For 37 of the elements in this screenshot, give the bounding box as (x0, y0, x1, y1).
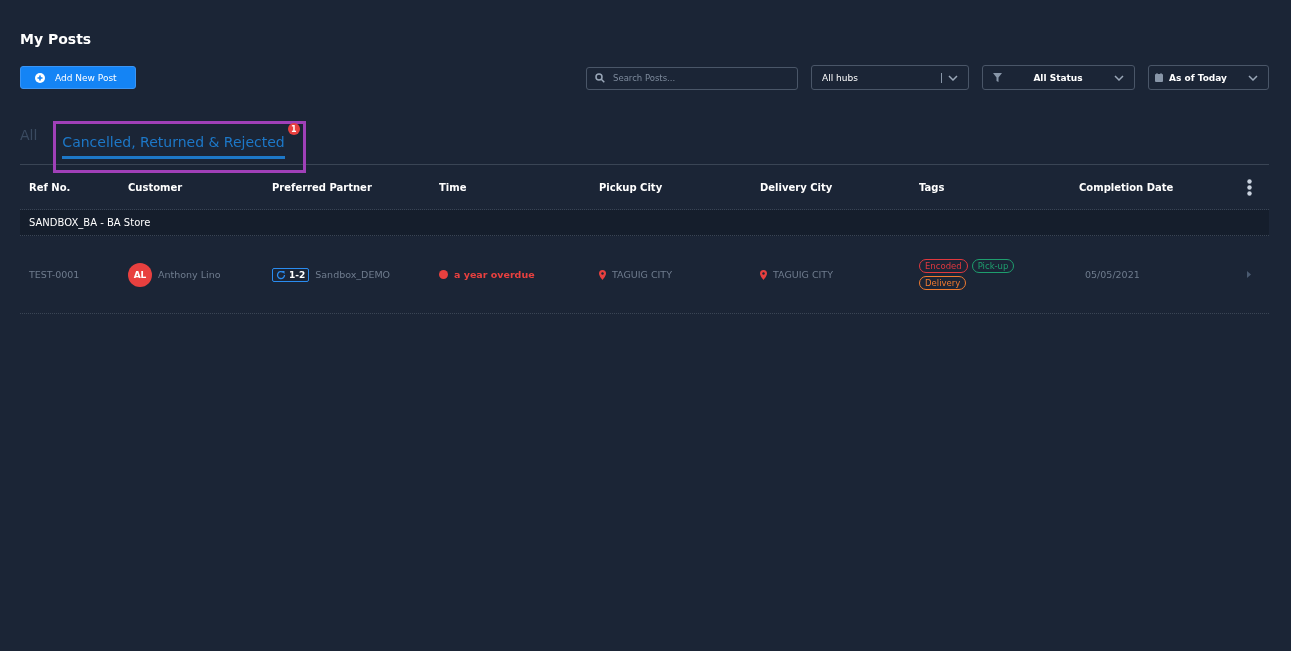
delivery-city: TAGUIG CITY (773, 269, 833, 280)
page-title: My Posts (20, 30, 93, 49)
column-header: Delivery City (760, 181, 834, 193)
more-options-icon[interactable] (1246, 178, 1252, 196)
group-name: SANDBOX_BA - BA Store (29, 217, 151, 228)
column-header: Ref No. (29, 181, 72, 193)
search-icon (595, 73, 605, 83)
column-header: Time (439, 181, 468, 193)
avatar-initials: AL (128, 262, 152, 287)
chevron-down-icon (1248, 74, 1258, 81)
plus-circle-icon (35, 72, 45, 83)
column-header: Completion Date (1079, 181, 1175, 193)
partner-name: Sandbox_DEMO (315, 269, 391, 280)
chevron-down-icon (948, 74, 958, 81)
completion-date: 05/05/2021 (1084, 269, 1141, 280)
filter-dropdown[interactable]: All Status (982, 65, 1135, 90)
refresh-icon (276, 269, 286, 280)
filter-dropdown[interactable]: As of Today (1148, 65, 1269, 90)
map-pin-icon (760, 269, 767, 280)
status-dot-icon (439, 270, 448, 279)
column-header: Customer (128, 181, 184, 193)
column-header: Preferred Partner (272, 181, 373, 193)
chevron-down-icon (1114, 74, 1124, 81)
column-header: Pickup City (599, 181, 664, 193)
search-field[interactable]: Search Posts... (586, 66, 798, 90)
pickup-city: TAGUIG CITY (612, 269, 672, 280)
ref-number: TEST-0001 (29, 269, 81, 280)
calendar-icon (1155, 73, 1163, 82)
column-header: Tags (919, 181, 946, 193)
partner-code: 1-2 (272, 267, 310, 282)
filter-dropdown[interactable]: All hubs (811, 65, 969, 90)
map-pin-icon (599, 269, 606, 280)
customer-name: Anthony Lino (158, 269, 221, 280)
time-text: a year overdue (454, 269, 535, 280)
funnel-icon (993, 73, 1002, 82)
add-post-button[interactable]: Add New Post (20, 66, 136, 89)
count-badge: 1 (287, 123, 300, 135)
